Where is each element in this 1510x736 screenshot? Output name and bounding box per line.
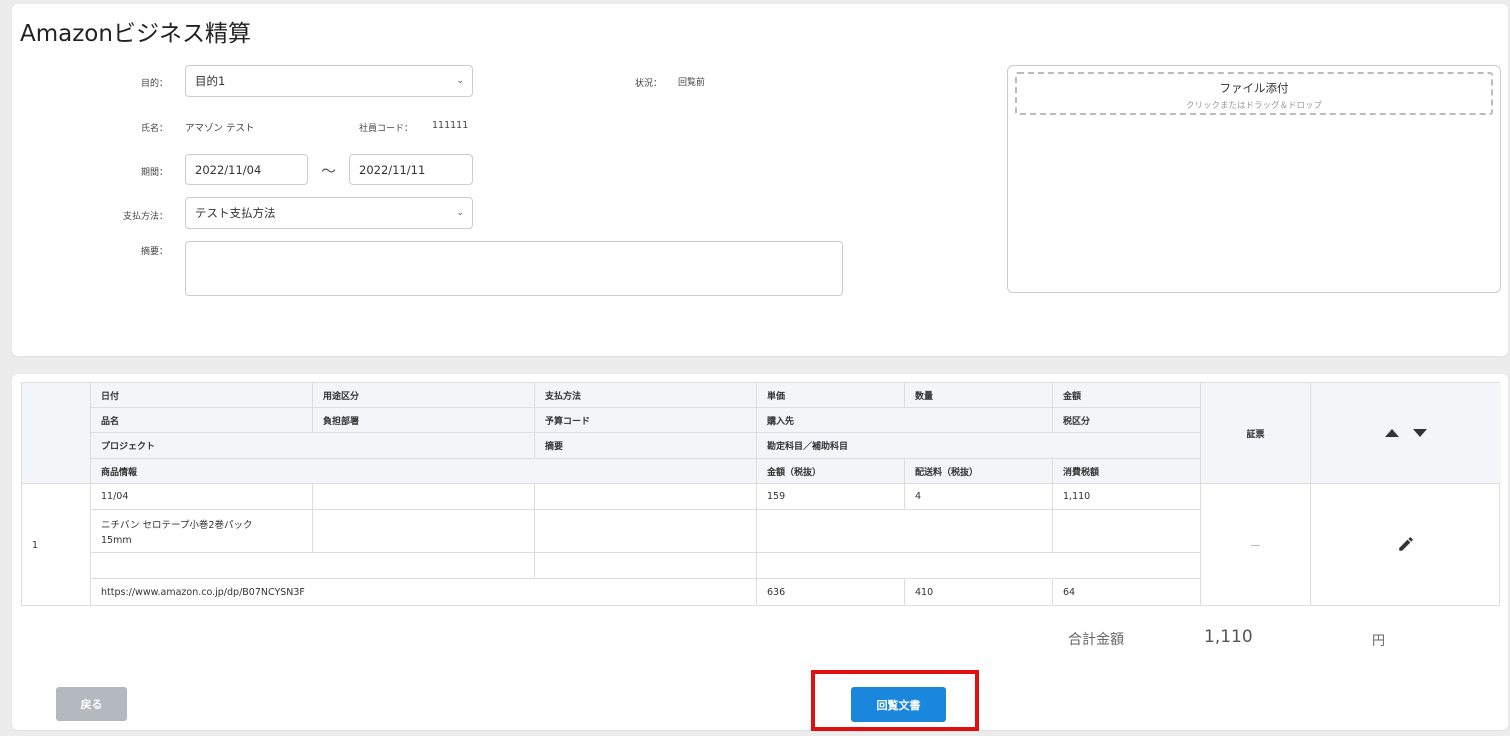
file-drop-title: ファイル添付 — [1219, 81, 1289, 95]
row-product-url: https://www.amazon.co.jp/dp/B07NCYSN3F — [91, 579, 757, 605]
row-department — [313, 510, 535, 553]
status-label: 状況： — [634, 79, 662, 89]
row-unit-price: 159 — [757, 484, 905, 510]
sort-down-icon[interactable] — [1413, 429, 1427, 437]
header-payment: 支払方法 — [535, 383, 757, 408]
row-tax-category — [1053, 510, 1201, 553]
header-project: プロジェクト — [91, 433, 535, 459]
header-date: 日付 — [91, 383, 313, 408]
header-budget-code: 予算コード — [535, 408, 757, 433]
header-department: 負担部署 — [313, 408, 535, 433]
row-number: 1 — [22, 484, 91, 606]
back-button[interactable]: 戻る — [56, 687, 127, 721]
row-shipping-excl-tax: 410 — [905, 579, 1053, 605]
row-vendor — [757, 510, 1053, 553]
purpose-label: 目的： — [140, 79, 168, 89]
row-usage — [313, 484, 535, 510]
row-project — [91, 553, 535, 579]
header-form-card: Amazonビジネス精算 目的： 目的1 ⌄ 状況： 回覧前 氏名： アマゾン … — [12, 4, 1508, 356]
chevron-down-icon: ⌄ — [456, 76, 464, 86]
row-summary — [535, 553, 757, 579]
header-item-name: 品名 — [91, 408, 313, 433]
header-tax-category: 税区分 — [1053, 408, 1201, 433]
header-consumption-tax: 消費税額 — [1053, 459, 1201, 484]
period-end-value: 2022/11/11 — [359, 162, 426, 177]
header-product-info: 商品情報 — [91, 459, 757, 484]
table-header-no — [22, 383, 91, 484]
header-vendor: 購入先 — [757, 408, 1053, 433]
pencil-icon[interactable] — [1397, 535, 1415, 556]
period-start-value: 2022/11/04 — [195, 162, 262, 177]
header-amount-excl-tax: 金額（税抜） — [757, 459, 905, 484]
name-label: 氏名： — [140, 124, 168, 134]
name-value: アマゾン テスト — [185, 123, 255, 134]
employee-code-label: 社員コード： — [358, 124, 413, 134]
header-quantity: 数量 — [905, 383, 1053, 408]
purpose-select-value: 目的1 — [195, 74, 226, 88]
header-account: 勘定科目／補助科目 — [757, 433, 1201, 459]
header-amount: 金額 — [1053, 383, 1201, 408]
period-end-input[interactable]: 2022/11/11 — [349, 154, 473, 185]
attachment-panel: ファイル添付 クリックまたはドラッグ＆ドロップ — [1007, 65, 1501, 293]
sort-controls — [1311, 383, 1501, 484]
total-label: 合計金額 — [1068, 632, 1124, 648]
detail-card: 日付 用途区分 支払方法 単価 数量 金額 品名 負担部署 予算コード 購入先 … — [12, 374, 1508, 731]
row-consumption-tax: 64 — [1053, 579, 1201, 605]
row-receipt: — — [1201, 484, 1311, 606]
period-label: 期間： — [140, 168, 168, 178]
file-drop-subtitle: クリックまたはドラッグ＆ドロップ — [1185, 101, 1322, 111]
total-unit: 円 — [1372, 634, 1386, 649]
header-shipping-excl-tax: 配送料（税抜） — [905, 459, 1053, 484]
row-account — [757, 553, 1201, 579]
employee-code-value: 111111 — [432, 120, 469, 131]
summary-label: 摘要： — [140, 247, 168, 257]
row-item-name: ニチバン セロテープ小巻2巻パック 15mm — [91, 510, 313, 553]
row-item-name-line2: 15mm — [101, 534, 132, 546]
purpose-select[interactable]: 目的1 ⌄ — [185, 65, 473, 97]
summary-textarea[interactable] — [185, 241, 843, 296]
sort-up-icon[interactable] — [1385, 429, 1399, 437]
period-start-input[interactable]: 2022/11/04 — [185, 154, 308, 185]
period-separator: ～ — [321, 162, 337, 180]
header-unit-price: 単価 — [757, 383, 905, 408]
payment-method-value: テスト支払方法 — [195, 206, 276, 220]
payment-method-select[interactable]: テスト支払方法 ⌄ — [185, 197, 473, 229]
chevron-down-icon: ⌄ — [456, 208, 464, 218]
row-item-name-line1: ニチバン セロテープ小巻2巻パック — [101, 519, 253, 531]
status-value: 回覧前 — [678, 78, 706, 88]
payment-method-label: 支払方法： — [122, 212, 168, 222]
header-usage: 用途区分 — [313, 383, 535, 408]
header-receipt: 証票 — [1201, 383, 1311, 484]
row-payment — [535, 484, 757, 510]
row-quantity: 4 — [905, 484, 1053, 510]
header-summary: 摘要 — [535, 433, 757, 459]
circulate-document-button[interactable]: 回覧文書 — [851, 687, 946, 722]
row-edit-cell — [1311, 484, 1501, 606]
detail-table: 日付 用途区分 支払方法 単価 数量 金額 品名 負担部署 予算コード 購入先 … — [21, 382, 1501, 606]
file-drop-zone[interactable]: ファイル添付 クリックまたはドラッグ＆ドロップ — [1015, 72, 1493, 115]
row-date: 11/04 — [91, 484, 313, 510]
row-amount: 1,110 — [1053, 484, 1201, 510]
total-value: 1,110 — [1204, 627, 1253, 647]
row-amount-excl-tax: 636 — [757, 579, 905, 605]
page-title: Amazonビジネス精算 — [20, 21, 251, 47]
row-budget-code — [535, 510, 757, 553]
